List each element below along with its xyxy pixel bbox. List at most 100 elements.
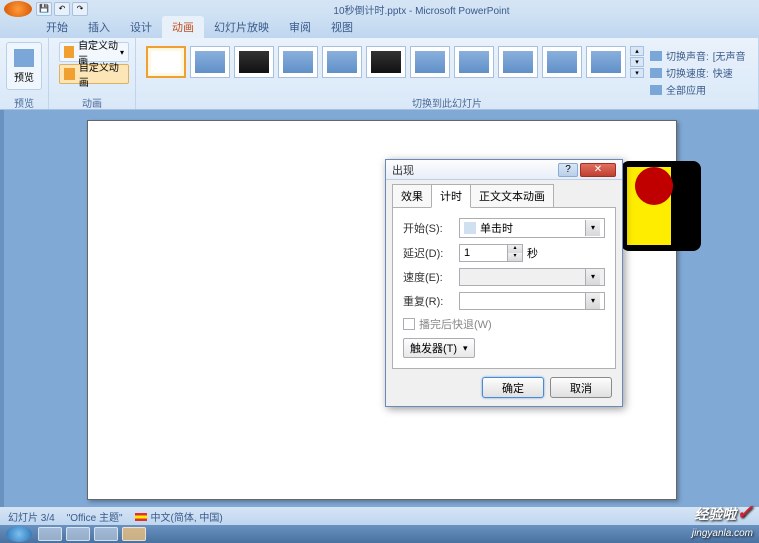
tab-view[interactable]: 视图 xyxy=(321,16,363,38)
speed-value[interactable]: 快速 xyxy=(713,65,733,80)
trigger-label: 触发器(T) xyxy=(410,340,457,356)
traffic-light-shape[interactable] xyxy=(621,161,701,251)
preview-icon xyxy=(14,49,34,67)
dialog-tab-effect[interactable]: 效果 xyxy=(392,184,432,208)
language-indicator[interactable]: 中文(简体, 中国) xyxy=(135,509,223,524)
trigger-button[interactable]: 触发器(T) ▾ xyxy=(403,338,475,358)
watermark: 经验啦✓ xyxy=(694,500,753,525)
qat-save-icon[interactable]: 💾 xyxy=(36,2,52,16)
dialog-titlebar[interactable]: 出现 ? ✕ xyxy=(386,160,622,180)
tab-insert[interactable]: 插入 xyxy=(78,16,120,38)
dialog-help-button[interactable]: ? xyxy=(558,163,578,177)
tab-home[interactable]: 开始 xyxy=(36,16,78,38)
transition-item[interactable] xyxy=(190,46,230,78)
dialog-footer: 确定 取消 xyxy=(386,369,622,406)
chevron-down-icon: ▾ xyxy=(585,269,600,285)
rewind-label: 播完后快退(W) xyxy=(419,316,492,332)
qat-redo-icon[interactable]: ↷ xyxy=(72,2,88,16)
delay-spinner[interactable]: 1 ▴ ▾ xyxy=(459,244,523,262)
chevron-down-icon: ▾ xyxy=(120,48,124,57)
start-select[interactable]: 单击时 ▾ xyxy=(459,218,605,238)
tab-review[interactable]: 审阅 xyxy=(279,16,321,38)
transition-none[interactable] xyxy=(146,46,186,78)
slide-workspace xyxy=(0,110,759,507)
watermark-url: jingyanla.com xyxy=(692,528,753,539)
animation-group-label: 动画 xyxy=(49,95,135,109)
sound-value[interactable]: [无声音 xyxy=(713,48,746,63)
tab-slideshow[interactable]: 幻灯片放映 xyxy=(204,16,279,38)
qat-undo-icon[interactable]: ↶ xyxy=(54,2,70,16)
gallery-more-icon[interactable]: ▾ xyxy=(630,68,644,78)
transition-item[interactable] xyxy=(278,46,318,78)
gallery-scroll: ▴ ▾ ▾ xyxy=(630,46,644,78)
mouse-icon xyxy=(464,222,476,234)
transition-item[interactable] xyxy=(498,46,538,78)
speed-label-dlg: 速度(E): xyxy=(403,269,459,285)
ribbon-group-animation: 自定义动画 ▾ 自定义动画 动画 xyxy=(49,38,136,109)
cancel-button[interactable]: 取消 xyxy=(550,377,612,398)
gallery-down-icon[interactable]: ▾ xyxy=(630,57,644,67)
dialog-title: 出现 xyxy=(392,162,558,178)
transition-item[interactable] xyxy=(234,46,274,78)
dialog-tab-timing[interactable]: 计时 xyxy=(431,184,471,208)
anim-icon xyxy=(64,46,74,58)
sound-label: 切换声音: xyxy=(666,48,709,63)
spinner-up-icon[interactable]: ▴ xyxy=(508,245,522,253)
rewind-checkbox[interactable] xyxy=(403,318,415,330)
delay-unit: 秒 xyxy=(527,245,538,261)
speed-select[interactable]: ▾ xyxy=(459,268,605,286)
flag-icon xyxy=(135,513,147,521)
quick-access-toolbar: 💾 ↶ ↷ xyxy=(36,2,88,16)
transition-item[interactable] xyxy=(586,46,626,78)
dialog-body: 开始(S): 单击时 ▾ 延迟(D): 1 ▴ ▾ 秒 速度(E): ▾ xyxy=(392,207,616,369)
tab-design[interactable]: 设计 xyxy=(120,16,162,38)
taskbar-app[interactable] xyxy=(66,527,90,541)
speed-icon xyxy=(650,68,662,78)
theme-name: "Office 主题" xyxy=(67,509,123,524)
chevron-down-icon: ▾ xyxy=(585,220,600,236)
preview-group-label: 预览 xyxy=(0,95,48,109)
custom-anim-label: 自定义动画 xyxy=(79,59,124,89)
windows-taskbar xyxy=(0,525,759,543)
delay-label: 延迟(D): xyxy=(403,245,459,261)
taskbar-app[interactable] xyxy=(38,527,62,541)
spinner-down-icon[interactable]: ▾ xyxy=(508,253,522,261)
transition-item[interactable] xyxy=(542,46,582,78)
transition-item[interactable] xyxy=(366,46,406,78)
repeat-select[interactable]: ▾ xyxy=(459,292,605,310)
transition-group-label: 切换到此幻灯片 xyxy=(136,95,758,109)
preview-button[interactable]: 预览 xyxy=(6,42,42,90)
ribbon-group-preview: 预览 预览 xyxy=(0,38,49,109)
office-button[interactable] xyxy=(4,1,32,17)
delay-value[interactable]: 1 xyxy=(460,245,507,261)
ribbon: 预览 预览 自定义动画 ▾ 自定义动画 动画 xyxy=(0,38,759,110)
applyall-icon xyxy=(650,85,662,95)
transition-item[interactable] xyxy=(410,46,450,78)
chevron-down-icon: ▾ xyxy=(585,293,600,309)
transition-settings: 切换声音: [无声音 切换速度: 快速 全部应用 xyxy=(648,46,748,101)
speed-label: 切换速度: xyxy=(666,65,709,80)
repeat-label: 重复(R): xyxy=(403,293,459,309)
effect-options-dialog: 出现 ? ✕ 效果 计时 正文文本动画 开始(S): 单击时 ▾ 延迟(D): … xyxy=(385,159,623,407)
start-button[interactable] xyxy=(6,526,32,542)
chevron-down-icon: ▾ xyxy=(463,343,468,354)
shape-red-light xyxy=(635,167,673,205)
transition-item[interactable] xyxy=(454,46,494,78)
taskbar-app[interactable] xyxy=(94,527,118,541)
status-bar: 幻灯片 3/4 "Office 主题" 中文(简体, 中国) xyxy=(0,507,759,525)
gallery-up-icon[interactable]: ▴ xyxy=(630,46,644,56)
taskbar-app-active[interactable] xyxy=(122,527,146,541)
preview-label: 预览 xyxy=(14,69,34,84)
tab-animation[interactable]: 动画 xyxy=(162,16,204,38)
start-value: 单击时 xyxy=(480,220,513,236)
custom-animation-button[interactable]: 自定义动画 xyxy=(59,64,129,84)
sound-icon xyxy=(650,51,662,61)
ribbon-group-transition: ▴ ▾ ▾ 切换声音: [无声音 切换速度: 快速 全部应用 xyxy=(136,38,759,109)
custom-anim-icon xyxy=(64,68,75,80)
ribbon-tabs: 开始 插入 设计 动画 幻灯片放映 审阅 视图 xyxy=(0,18,759,38)
ok-button[interactable]: 确定 xyxy=(482,377,544,398)
transition-item[interactable] xyxy=(322,46,362,78)
dialog-tab-text[interactable]: 正文文本动画 xyxy=(470,184,554,208)
dialog-tabs: 效果 计时 正文文本动画 xyxy=(386,180,622,208)
dialog-close-button[interactable]: ✕ xyxy=(580,163,616,177)
